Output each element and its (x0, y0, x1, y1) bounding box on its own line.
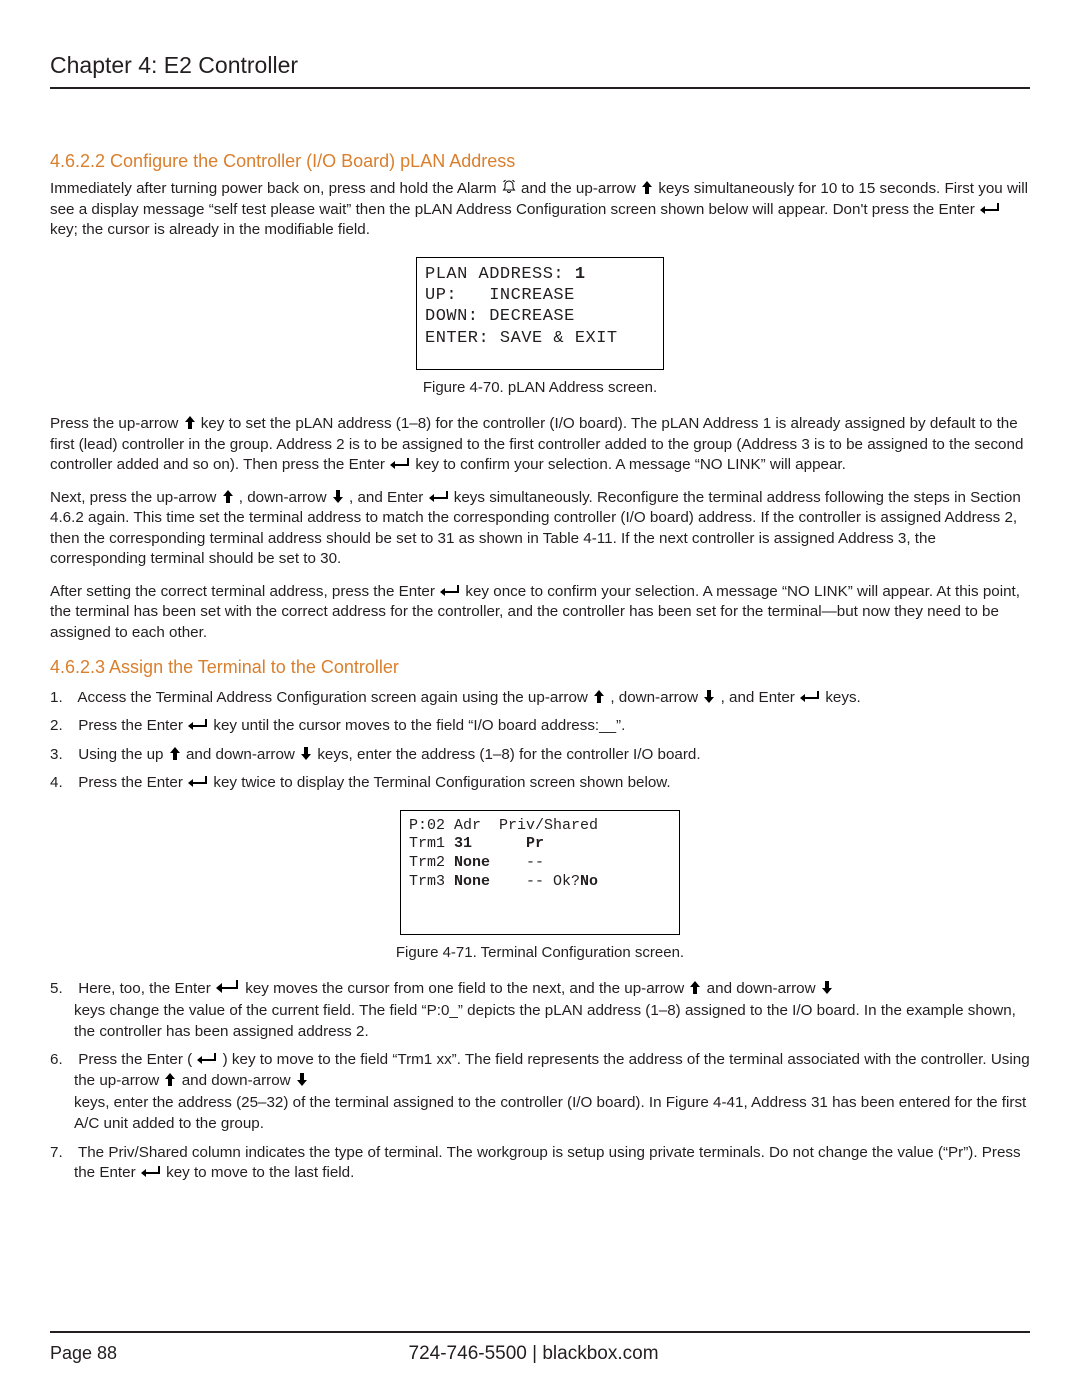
screen-value: None (454, 873, 490, 890)
enter-icon (389, 457, 411, 471)
paragraph: After setting the correct terminal addre… (50, 582, 1030, 644)
list-item: Access the Terminal Address Configuratio… (50, 688, 1030, 709)
up-arrow-icon (168, 745, 182, 761)
terminal-config-screen: P:02 Adr Priv/Shared Trm1 31 Pr Trm2 Non… (400, 810, 680, 935)
text: key; the cursor is already in the modifi… (50, 221, 370, 238)
up-arrow-icon (640, 179, 654, 195)
text: Access the Terminal Address Configuratio… (77, 689, 592, 706)
enter-icon (187, 718, 209, 732)
up-arrow-icon (183, 414, 197, 430)
screen-text: P:02 Adr Priv/Shared (409, 817, 598, 834)
up-arrow-icon (221, 488, 235, 504)
screen-text: PLAN ADDRESS: (425, 265, 575, 284)
text: and down-arrow (186, 746, 299, 763)
footer-contact: 724-746-5500 | blackbox.com (117, 1341, 950, 1367)
paragraph: Immediately after turning power back on,… (50, 179, 1030, 241)
screen-value: None (454, 854, 490, 871)
text: and down-arrow (707, 980, 820, 997)
enter-icon (439, 584, 461, 598)
screen-text: Trm2 (409, 854, 454, 871)
section-heading-4-6-2-2: 4.6.2.2 Configure the Controller (I/O Bo… (50, 149, 1030, 173)
up-arrow-icon (592, 688, 606, 704)
text: , and Enter (349, 489, 428, 506)
text: Press the Enter (78, 717, 187, 734)
text: , down-arrow (239, 489, 331, 506)
up-arrow-icon (163, 1071, 177, 1087)
enter-icon (979, 202, 1001, 216)
paragraph: Press the up-arrow key to set the pLAN a… (50, 414, 1030, 476)
up-arrow-icon (688, 979, 702, 995)
enter-icon (187, 775, 209, 789)
text: keys. (825, 689, 860, 706)
screen-value: 1 (575, 265, 586, 284)
screen-text: UP: INCREASE (425, 286, 575, 305)
screen-value: Pr (526, 835, 544, 852)
enter-icon (215, 979, 241, 995)
text: Here, too, the Enter (78, 980, 215, 997)
website: blackbox.com (542, 1343, 658, 1364)
enter-icon (428, 490, 450, 504)
phone-number: 724-746-5500 (409, 1343, 527, 1364)
screen-text: Trm1 (409, 835, 454, 852)
text: keys, enter the address (25–32) of the t… (74, 1093, 1030, 1134)
text: key to confirm your selection. A message… (415, 456, 846, 473)
down-arrow-icon (702, 688, 716, 704)
screen-text: -- (490, 854, 544, 871)
text: and the up-arrow (521, 180, 640, 197)
text: key twice to display the Terminal Config… (213, 774, 670, 791)
down-arrow-icon (295, 1071, 309, 1087)
screen-value: No (580, 873, 598, 890)
enter-icon (799, 690, 821, 704)
steps-list-continued: Here, too, the Enter key moves the curso… (50, 979, 1030, 1184)
text: Press the Enter ( (78, 1051, 192, 1068)
list-item: Using the up and down-arrow keys, enter … (50, 745, 1030, 766)
screen-text: DOWN: DECREASE (425, 307, 575, 326)
text: and down-arrow (182, 1072, 295, 1089)
list-item: Press the Enter key until the cursor mov… (50, 716, 1030, 737)
enter-icon (196, 1052, 218, 1066)
separator: | (527, 1343, 543, 1364)
list-item: Press the Enter key twice to display the… (50, 773, 1030, 794)
text: Press the Enter (78, 774, 187, 791)
text: , down-arrow (610, 689, 702, 706)
page-footer: Page 88 724-746-5500 | blackbox.com (50, 1313, 1030, 1367)
paragraph: Next, press the up-arrow , down-arrow , … (50, 488, 1030, 570)
text: Press the up-arrow (50, 415, 183, 432)
text: Using the up (78, 746, 168, 763)
down-arrow-icon (299, 745, 313, 761)
screen-text: ENTER: SAVE & EXIT (425, 329, 618, 348)
list-item: Here, too, the Enter key moves the curso… (50, 979, 1030, 1043)
screen-value: 31 (454, 835, 472, 852)
divider (50, 87, 1030, 89)
steps-list: Access the Terminal Address Configuratio… (50, 688, 1030, 794)
screen-text: Trm3 (409, 873, 454, 890)
screen-text (472, 835, 526, 852)
text: keys, enter the address (1–8) for the co… (317, 746, 700, 763)
figure-caption-4-70: Figure 4-70. pLAN Address screen. (50, 378, 1030, 398)
down-arrow-icon (331, 488, 345, 504)
text: key until the cursor moves to the field … (213, 717, 625, 734)
text: , and Enter (721, 689, 800, 706)
divider (50, 1331, 1030, 1333)
text: Next, press the up-arrow (50, 489, 221, 506)
section-heading-4-6-2-3: 4.6.2.3 Assign the Terminal to the Contr… (50, 655, 1030, 679)
list-item: The Priv/Shared column indicates the typ… (50, 1143, 1030, 1184)
text: Immediately after turning power back on,… (50, 180, 501, 197)
text: key moves the cursor from one field to t… (245, 980, 688, 997)
document-page: Chapter 4: E2 Controller 4.6.2.2 Configu… (0, 0, 1080, 1397)
alarm-icon (501, 179, 517, 195)
down-arrow-icon (820, 979, 834, 995)
page-number: Page 88 (50, 1341, 117, 1365)
text: keys change the value of the current fie… (74, 1001, 1030, 1042)
figure-caption-4-71: Figure 4-71. Terminal Configuration scre… (50, 943, 1030, 963)
list-item: Press the Enter ( ) key to move to the f… (50, 1050, 1030, 1134)
text: key to move to the last field. (166, 1164, 354, 1181)
plan-address-screen: PLAN ADDRESS: 1 UP: INCREASE DOWN: DECRE… (416, 257, 664, 370)
screen-text: -- Ok? (490, 873, 580, 890)
text: After setting the correct terminal addre… (50, 583, 439, 600)
chapter-title: Chapter 4: E2 Controller (50, 50, 1030, 81)
enter-icon (140, 1165, 162, 1179)
